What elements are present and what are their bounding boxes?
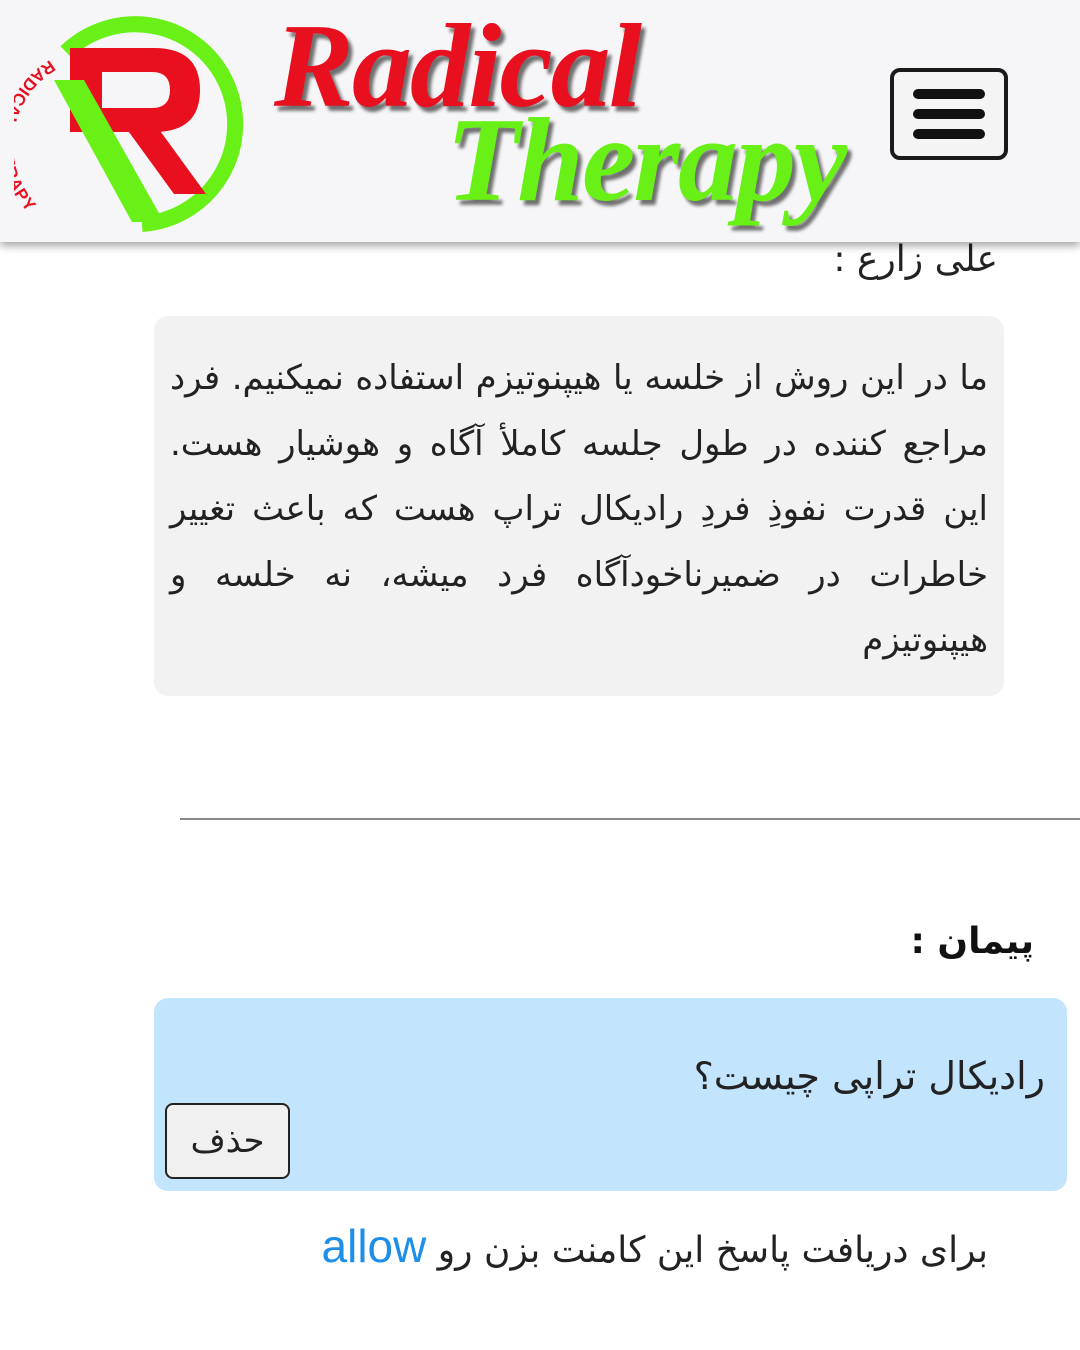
delete-button[interactable]: حذف bbox=[165, 1103, 290, 1179]
allow-prompt: برای دریافت پاسخ این کامنت بزن رو allow bbox=[322, 1216, 988, 1281]
radical-therapy-logo-icon: RADICAL THERAPY bbox=[0, 16, 244, 232]
svg-text:RADICAL THERAPY: RADICAL THERAPY bbox=[14, 56, 58, 215]
site-logo[interactable]: RADICAL THERAPY bbox=[0, 8, 250, 244]
comment-reply-box: ما در این روش از خلسه یا هیپنوتیزم استفا… bbox=[154, 316, 1004, 696]
logo-ring-text: RADICAL THERAPY bbox=[0, 56, 57, 215]
hamburger-icon bbox=[913, 89, 985, 139]
site-header: RADICAL THERAPY Radical Therapy bbox=[0, 0, 1080, 242]
allow-link[interactable]: allow bbox=[322, 1220, 427, 1272]
brand-title[interactable]: Radical Therapy bbox=[270, 0, 880, 242]
menu-button[interactable] bbox=[890, 68, 1008, 160]
comment-question-text: رادیکال تراپی چیست؟ bbox=[693, 1054, 1045, 1098]
comment-reply-text: ما در این روش از خلسه یا هیپنوتیزم استفا… bbox=[170, 358, 988, 660]
brand-title-line2: Therapy bbox=[446, 93, 847, 226]
divider bbox=[180, 818, 1080, 820]
comment-author: پیمان : bbox=[910, 921, 1034, 962]
comment-question-box: رادیکال تراپی چیست؟ حذف bbox=[154, 998, 1067, 1191]
allow-prompt-text: برای دریافت پاسخ این کامنت بزن رو bbox=[437, 1230, 988, 1271]
